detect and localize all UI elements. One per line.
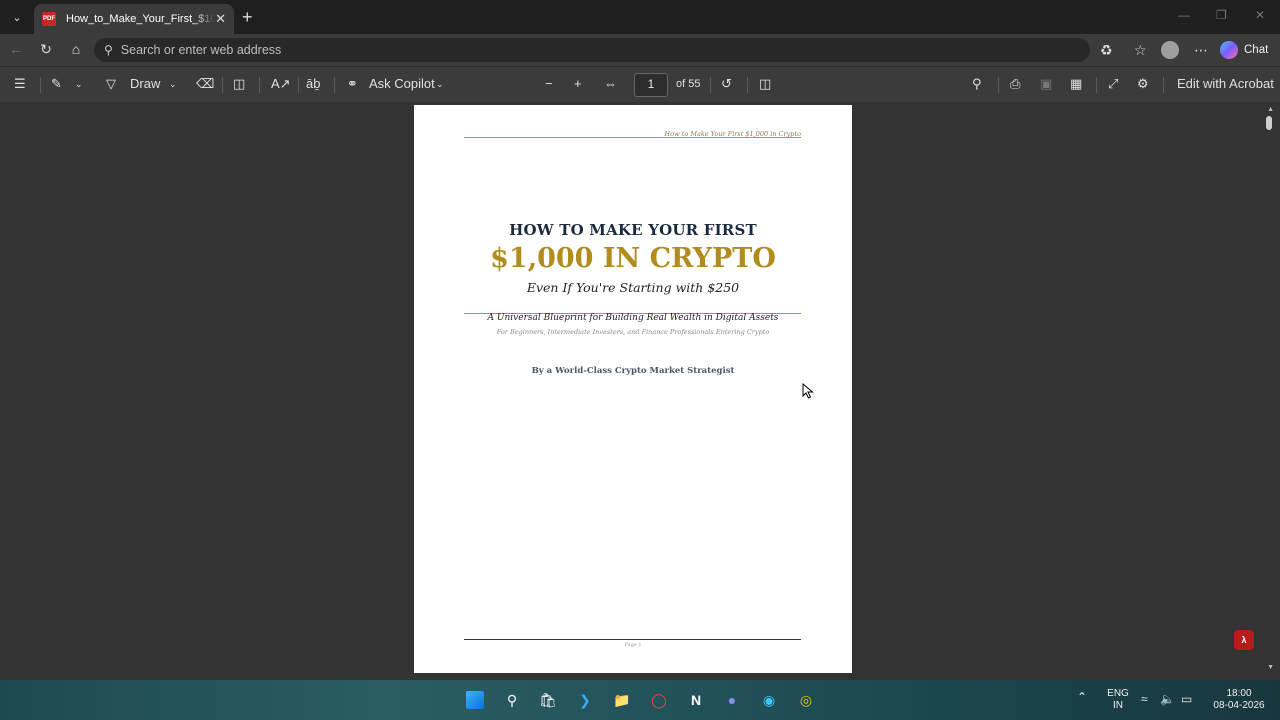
- minimize-icon[interactable]: —: [1178, 8, 1190, 22]
- audience-line: For Beginners, Intermediate Investors, a…: [496, 328, 770, 336]
- rotate-icon[interactable]: ↺: [721, 76, 732, 92]
- language-code: ENG: [1107, 688, 1129, 699]
- tab-bar: ⌄ PDF How_to_Make_Your_First_$1000_in_Cr…: [0, 0, 1280, 34]
- clock-time: 18:00: [1226, 688, 1252, 699]
- pdf-toolbar: ☰ ✎ ⌄ ▽ Draw ⌄ ⌫ ◫ A↗ āḇ ⚭ Ask Copilot ⌄…: [0, 66, 1280, 102]
- save-icon[interactable]: ▣: [1040, 76, 1052, 92]
- copilot-icon: [1220, 41, 1238, 59]
- settings-gear-icon[interactable]: ⚙: [1137, 76, 1149, 92]
- translate-icon[interactable]: āḇ: [306, 76, 320, 91]
- extensions-icon[interactable]: ♻: [1100, 42, 1113, 59]
- battery-icon[interactable]: ▭: [1181, 693, 1192, 705]
- tab-title: How_to_Make_Your_First_$1000_in_Crypto.p…: [66, 13, 216, 25]
- home-icon[interactable]: ⌂: [66, 41, 86, 57]
- toolbar-divider: [1096, 77, 1097, 93]
- author-line: By a World-Class Crypto Market Strategis…: [531, 366, 735, 376]
- fit-width-icon[interactable]: ⇔: [604, 76, 617, 91]
- windows-taskbar: [0, 680, 1280, 720]
- highlight-dropdown-chevron-icon[interactable]: ⌄: [75, 79, 83, 90]
- address-input[interactable]: ⚲ Search or enter web address: [94, 38, 1090, 62]
- new-tab-plus-icon[interactable]: +: [242, 7, 253, 28]
- chrome-icon[interactable]: ◎: [795, 689, 817, 711]
- toolbar-divider: [998, 77, 999, 93]
- scroll-down-arrow-icon[interactable]: ▼: [1267, 664, 1274, 671]
- clock[interactable]: 18:00 08-04-2026: [1208, 688, 1270, 712]
- notion-icon[interactable]: N: [685, 689, 707, 711]
- toolbar-divider: [259, 77, 260, 93]
- draw-icon[interactable]: ▽: [106, 76, 116, 92]
- taskbar-search-icon[interactable]: ⚲: [501, 689, 523, 711]
- search-icon: ⚲: [104, 43, 113, 57]
- scroll-up-arrow-icon[interactable]: ▲: [1267, 106, 1274, 113]
- profile-avatar[interactable]: [1161, 41, 1179, 59]
- restore-icon[interactable]: ❐: [1216, 8, 1227, 22]
- address-placeholder: Search or enter web address: [120, 43, 282, 57]
- edit-with-acrobat-button[interactable]: Edit with Acrobat: [1177, 76, 1274, 91]
- toolbar-divider: [710, 77, 711, 93]
- toolbar-divider: [40, 77, 41, 93]
- draw-label[interactable]: Draw: [130, 76, 160, 91]
- footer-rule: [464, 639, 801, 640]
- teams-icon[interactable]: ●: [721, 689, 743, 711]
- pdf-page: How to Make Your First $1,000 in Crypto …: [414, 105, 852, 673]
- close-window-icon[interactable]: ✕: [1255, 8, 1265, 22]
- show-hidden-icons-chevron-icon[interactable]: ⌃: [1077, 691, 1087, 703]
- save-as-icon[interactable]: ▦: [1070, 76, 1082, 92]
- more-options-icon[interactable]: ⋯: [1194, 42, 1208, 59]
- clock-date: 08-04-2026: [1213, 700, 1265, 711]
- print-icon[interactable]: ⎙: [1010, 76, 1020, 92]
- close-tab-icon[interactable]: ✕: [215, 11, 226, 27]
- page-view-icon[interactable]: ◫: [759, 76, 771, 92]
- draw-dropdown-chevron-icon[interactable]: ⌄: [169, 79, 177, 90]
- add-text-icon[interactable]: ◫: [233, 76, 245, 92]
- back-arrow-icon[interactable]: ←: [6, 41, 26, 57]
- subtitle: A Universal Blueprint for Building Real …: [487, 313, 779, 323]
- header-rule: [464, 137, 801, 138]
- title-tagline: Even If You're Starting with $250: [526, 280, 740, 295]
- page-footer: Page 1: [624, 642, 642, 648]
- browser-tab[interactable]: PDF How_to_Make_Your_First_$1000_in_Cryp…: [34, 4, 234, 34]
- pdf-file-icon: PDF: [42, 12, 56, 26]
- acrobat-icon[interactable]: λ: [1234, 630, 1254, 650]
- region-code: IN: [1113, 700, 1123, 711]
- microsoft-store-icon[interactable]: 🛍: [537, 689, 559, 711]
- windows-start-icon[interactable]: [466, 691, 484, 709]
- chat-label: Chat: [1244, 44, 1269, 56]
- toolbar-divider: [334, 77, 335, 93]
- mouse-cursor-icon: [802, 383, 814, 399]
- zoom-out-icon[interactable]: −: [545, 76, 553, 91]
- eraser-icon[interactable]: ⌫: [196, 76, 214, 92]
- page-number-input[interactable]: 1: [634, 73, 668, 97]
- vscode-icon[interactable]: ❯: [574, 689, 596, 711]
- page-total: of 55: [676, 78, 701, 90]
- contents-list-icon[interactable]: ☰: [14, 76, 26, 92]
- ask-copilot-chevron-icon[interactable]: ⌄: [436, 79, 444, 90]
- highlight-icon[interactable]: ✎: [51, 76, 62, 92]
- copilot-chat-button[interactable]: Chat: [1220, 40, 1268, 60]
- copilot-outline-icon[interactable]: ⚭: [347, 76, 358, 92]
- title-line-1: HOW TO MAKE YOUR FIRST: [509, 221, 757, 239]
- opera-icon[interactable]: ◯: [648, 689, 670, 711]
- address-bar-row: ← ↻ ⌂ ⚲ Search or enter web address ♻ ☆ …: [0, 34, 1280, 66]
- find-search-icon[interactable]: ⚲: [972, 76, 982, 92]
- wifi-icon[interactable]: ≈: [1141, 693, 1148, 705]
- edge-icon[interactable]: ◉: [758, 689, 780, 711]
- scrollbar-thumb[interactable]: [1266, 116, 1272, 130]
- language-indicator[interactable]: ENG IN: [1104, 688, 1132, 712]
- refresh-icon[interactable]: ↻: [36, 41, 56, 58]
- zoom-in-icon[interactable]: +: [574, 76, 582, 91]
- toolbar-divider: [222, 77, 223, 93]
- toolbar-divider: [1163, 77, 1164, 93]
- favorites-star-icon[interactable]: ☆: [1134, 42, 1147, 59]
- toolbar-divider: [747, 77, 748, 93]
- volume-icon[interactable]: 🔈: [1160, 693, 1175, 705]
- title-line-2: $1,000 IN CRYPTO: [490, 243, 776, 274]
- tab-actions-chevron-icon[interactable]: ⌄: [6, 6, 28, 28]
- read-aloud-icon[interactable]: A↗: [271, 76, 291, 92]
- file-explorer-icon[interactable]: 📁: [611, 689, 633, 711]
- fullscreen-icon[interactable]: ⤢: [1108, 76, 1118, 92]
- toolbar-divider: [298, 77, 299, 93]
- ask-copilot-button[interactable]: Ask Copilot: [369, 76, 435, 91]
